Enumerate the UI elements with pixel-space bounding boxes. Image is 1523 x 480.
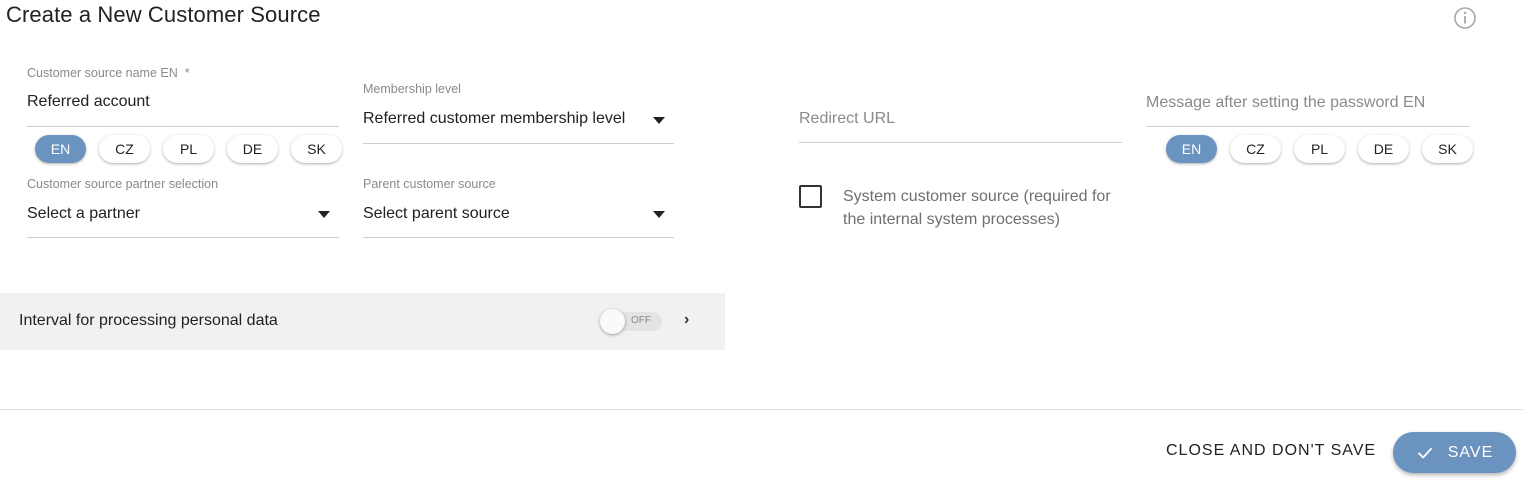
membership-level-label: Membership level [363, 82, 461, 96]
message-lang-cz[interactable]: CZ [1230, 135, 1281, 163]
parent-source-underline [363, 237, 674, 238]
redirect-url-underline [799, 142, 1122, 143]
partner-underline [27, 237, 339, 238]
toggle-knob[interactable] [600, 309, 625, 334]
membership-level-select[interactable]: Referred customer membership level [363, 110, 625, 128]
name-lang-cz[interactable]: CZ [99, 135, 150, 163]
name-language-selector: EN CZ PL DE SK [35, 135, 342, 163]
password-message-language-selector: EN CZ PL DE SK [1166, 135, 1473, 163]
message-lang-de[interactable]: DE [1358, 135, 1409, 163]
name-lang-sk[interactable]: SK [291, 135, 342, 163]
password-message-input[interactable]: Message after setting the password EN [1146, 94, 1425, 112]
partner-dropdown-icon[interactable] [318, 211, 330, 218]
partner-selection-label: Customer source partner selection [27, 177, 219, 191]
customer-source-name-label: Customer source name EN * [27, 66, 190, 80]
personal-data-interval-label: Interval for processing personal data [19, 312, 278, 329]
toggle-state-text: OFF [631, 315, 651, 326]
personal-data-interval-panel[interactable]: Interval for processing personal data OF… [0, 293, 725, 350]
customer-source-name-input[interactable]: Referred account [27, 93, 150, 111]
footer-divider [0, 409, 1523, 410]
page-title: Create a New Customer Source [6, 2, 321, 27]
partner-select[interactable]: Select a partner [27, 205, 140, 223]
name-lang-pl[interactable]: PL [163, 135, 214, 163]
chevron-right-icon[interactable]: › [684, 311, 689, 329]
system-source-label: System customer source (required for the… [843, 188, 1111, 228]
info-circle-icon[interactable] [1453, 6, 1477, 30]
personal-data-interval-toggle[interactable]: OFF [600, 309, 662, 334]
parent-source-label: Parent customer source [363, 177, 496, 191]
membership-level-underline [363, 143, 674, 144]
system-source-checkbox[interactable] [799, 185, 822, 208]
name-lang-de[interactable]: DE [227, 135, 278, 163]
customer-source-name-underline [27, 126, 339, 127]
password-message-underline [1146, 126, 1470, 127]
parent-source-dropdown-icon[interactable] [653, 211, 665, 218]
check-icon [1417, 447, 1432, 458]
save-button[interactable]: SAVE [1393, 432, 1516, 473]
message-lang-pl[interactable]: PL [1294, 135, 1345, 163]
close-without-saving-button[interactable]: CLOSE AND DON'T SAVE [1160, 440, 1382, 462]
membership-level-dropdown-icon[interactable] [653, 117, 665, 124]
message-lang-en[interactable]: EN [1166, 135, 1217, 163]
name-lang-en[interactable]: EN [35, 135, 86, 163]
redirect-url-input[interactable]: Redirect URL [799, 110, 895, 128]
parent-source-select[interactable]: Select parent source [363, 205, 510, 223]
save-button-label: SAVE [1447, 443, 1494, 461]
message-lang-sk[interactable]: SK [1422, 135, 1473, 163]
